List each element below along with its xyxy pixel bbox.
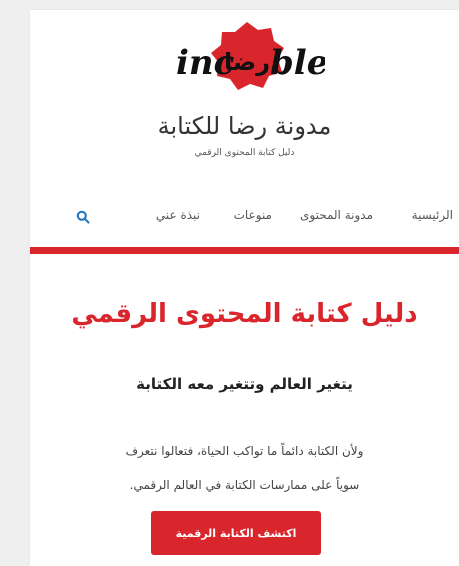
header-divider bbox=[30, 247, 459, 254]
discover-digital-writing-button[interactable]: اكتشف الكتابة الرقمية bbox=[151, 511, 321, 555]
hero-headline: دليل كتابة المحتوى الرقمي bbox=[71, 299, 418, 329]
page-card: inc رضا ble مدونة رضا للكتابة دليل كتابة… bbox=[30, 10, 459, 566]
logo-text-right: ble bbox=[270, 43, 325, 83]
hero-body: ولأن الكتابة دائماً ما تواكب الحياة، فتع… bbox=[60, 434, 429, 502]
nav-item-content-blog[interactable]: مدونة المحتوى bbox=[300, 208, 373, 222]
hero-body-line2: سوياً على ممارسات الكتابة في العالم الرق… bbox=[129, 478, 360, 492]
nav-item-misc[interactable]: منوعات bbox=[234, 208, 272, 222]
site-tagline: دليل كتابة المحتوى الرقمي bbox=[194, 148, 295, 158]
nav-item-about[interactable]: نبذة عني bbox=[156, 208, 200, 222]
main-nav: الرئيسية مدونة المحتوى منوعات نبذة عني bbox=[30, 208, 459, 232]
nav-item-home[interactable]: الرئيسية bbox=[412, 208, 453, 222]
search-icon[interactable] bbox=[76, 210, 90, 224]
hero-body-line1: ولأن الكتابة دائماً ما تواكب الحياة، فتع… bbox=[125, 444, 364, 458]
logo-text-center: رضا bbox=[224, 48, 270, 76]
site-logo[interactable]: inc رضا ble bbox=[170, 18, 325, 96]
site-title[interactable]: مدونة رضا للكتابة bbox=[30, 111, 459, 141]
hero-subheadline: يتغير العالم وتتغير معه الكتابة bbox=[136, 375, 353, 393]
